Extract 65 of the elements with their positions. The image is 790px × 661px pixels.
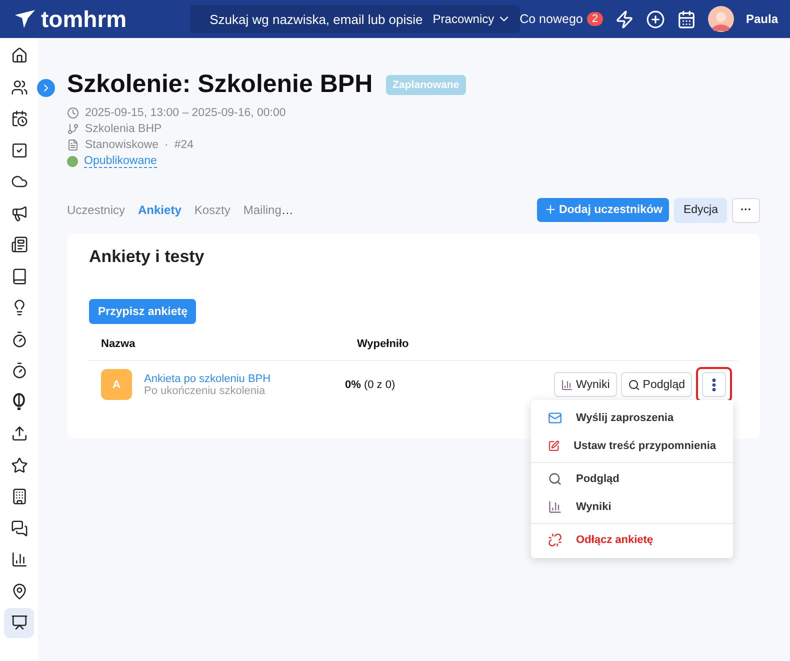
add-icon[interactable] [646,10,665,28]
menu-item[interactable]: Odłącz ankietę [531,526,733,554]
page-title: Szkolenie: Szkolenie BPH [67,70,373,99]
mail-icon [548,411,562,425]
presentation-icon [10,614,28,632]
preview-button[interactable]: Podgląd [620,372,692,397]
plus-icon [544,203,557,216]
menu-item[interactable]: Wyślij zaproszenia [531,404,733,432]
search-icon [548,472,562,486]
checkbox-icon [10,142,28,159]
separator-dot: · [164,139,168,151]
user-name[interactable]: Paula [746,12,778,26]
book-icon [10,268,28,285]
survey-subtitle: Po ukończeniu szkolenia [144,384,266,396]
unlink-icon [548,533,562,547]
more-button[interactable]: ··· [732,198,760,222]
search-field[interactable]: Szukaj wg nazwiska, email lub opisie Pracownicy [190,5,520,33]
survey-avatar: A [101,369,132,400]
lightning-icon[interactable] [614,10,634,28]
balloon-icon [10,393,28,412]
sidebar-item[interactable] [4,608,34,638]
chart-icon [561,378,574,390]
calendar-clock-icon [10,110,28,128]
card-title: Ankiety i testy [89,247,206,267]
type-text: Stanowiskowe [85,139,159,151]
chart-icon [10,551,28,568]
avatar-icon[interactable] [708,6,734,32]
stopwatch-icon [10,362,28,380]
star-icon [10,456,28,474]
whats-new-link[interactable]: Co nowego [520,12,583,26]
filled-value: 0% (0 z 0) [345,378,396,390]
calendar-icon[interactable] [676,10,696,28]
logo-icon [14,9,36,29]
menu-item[interactable]: Ustaw treść przypomnienia [531,432,733,460]
date-range: 2025-09-15, 13:00 – 2025-09-16, 00:00 [85,107,286,119]
users-icon [10,78,28,96]
column-header: Nazwa [101,338,136,350]
upload-icon [10,425,28,442]
category-text: Szkolenia BHP [85,123,162,135]
notification-count: 2 [586,12,603,26]
column-header: Wypełniło [357,338,409,350]
building-icon [10,488,28,506]
branch-icon [67,123,79,135]
clock-icon [67,107,79,119]
menu-item[interactable]: Wyniki [531,493,733,521]
number-text: #24 [174,139,194,151]
results-button[interactable]: Wyniki [554,372,617,397]
document-icon [67,139,79,151]
chart-icon [548,500,562,514]
house-icon [10,47,28,64]
newspaper-icon [10,236,28,254]
chat-icon [10,520,28,537]
expand-button[interactable] [37,79,55,97]
status-badge: Zaplanowane [386,74,466,94]
kebab-menu-button[interactable] [702,372,726,397]
edit-button[interactable]: Edycja [674,198,727,222]
menu-item[interactable]: Podgląd [531,465,733,493]
stopwatch-icon [10,330,28,348]
scope-dropdown[interactable]: Pracownicy [432,12,512,26]
map-pin-icon [10,582,28,600]
logo-text: tomhrm [41,6,127,32]
search-icon [628,378,640,390]
more-tabs-button[interactable]: … [281,203,294,217]
edit-icon [548,439,560,453]
megaphone-icon [10,204,28,222]
